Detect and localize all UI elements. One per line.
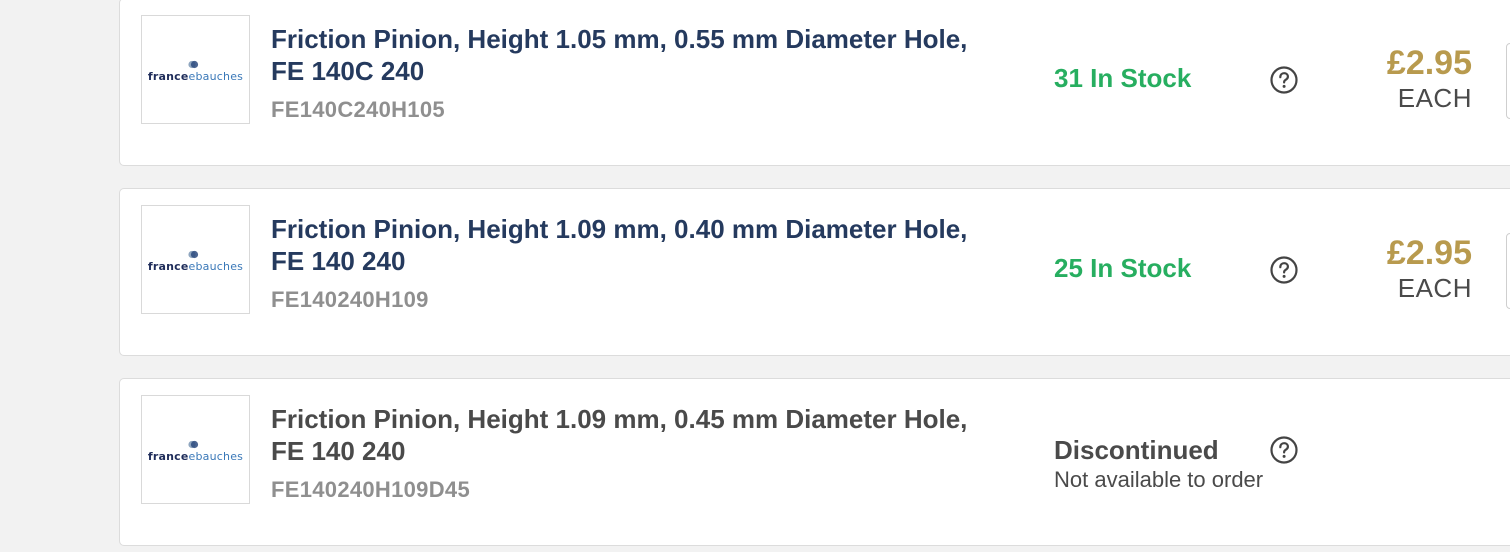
price-block: £2.95 EACH: [1387, 43, 1472, 113]
product-card: franceebauches Friction Pinion, Height 1…: [119, 188, 1510, 356]
quantity-input[interactable]: [1506, 43, 1510, 119]
price-amount: £2.95: [1386, 44, 1472, 82]
brand-logo[interactable]: franceebauches: [141, 205, 250, 314]
stock-status: 31 In Stock: [1054, 63, 1192, 93]
logo-text: franceebauches: [147, 70, 244, 83]
brand-logo[interactable]: franceebauches: [141, 15, 250, 124]
discontinued-status: Discontinued: [1054, 435, 1219, 465]
question-circle-icon[interactable]: [1270, 256, 1298, 284]
product-sku: FE140240H109: [271, 287, 429, 312]
price-block: £2.95 EACH: [1387, 233, 1472, 303]
price-unit: EACH: [1397, 273, 1472, 303]
product-title-link[interactable]: Friction Pinion, Height 1.09 mm, 0.45 mm…: [271, 403, 991, 467]
product-title-link[interactable]: Friction Pinion, Height 1.09 mm, 0.40 mm…: [271, 213, 991, 277]
price-unit: EACH: [1397, 83, 1472, 113]
logo-text: franceebauches: [147, 450, 244, 463]
question-circle-icon[interactable]: [1270, 436, 1298, 464]
logo-mark-icon: [188, 60, 199, 69]
availability-note: Not available to order: [1054, 467, 1264, 492]
price-amount: £2.95: [1386, 234, 1472, 272]
logo-text: franceebauches: [147, 260, 244, 273]
product-card: franceebauches Friction Pinion, Height 1…: [119, 378, 1510, 546]
stock-status: 25 In Stock: [1054, 253, 1192, 283]
product-title-link[interactable]: Friction Pinion, Height 1.05 mm, 0.55 mm…: [271, 23, 991, 87]
quantity-input[interactable]: [1506, 233, 1510, 309]
product-card: franceebauches Friction Pinion, Height 1…: [119, 0, 1510, 166]
product-sku: FE140C240H105: [271, 97, 445, 122]
question-circle-icon[interactable]: [1270, 66, 1298, 94]
brand-logo[interactable]: franceebauches: [141, 395, 250, 504]
logo-mark-icon: [188, 250, 199, 259]
logo-mark-icon: [188, 440, 199, 449]
product-sku: FE140240H109D45: [271, 477, 470, 502]
